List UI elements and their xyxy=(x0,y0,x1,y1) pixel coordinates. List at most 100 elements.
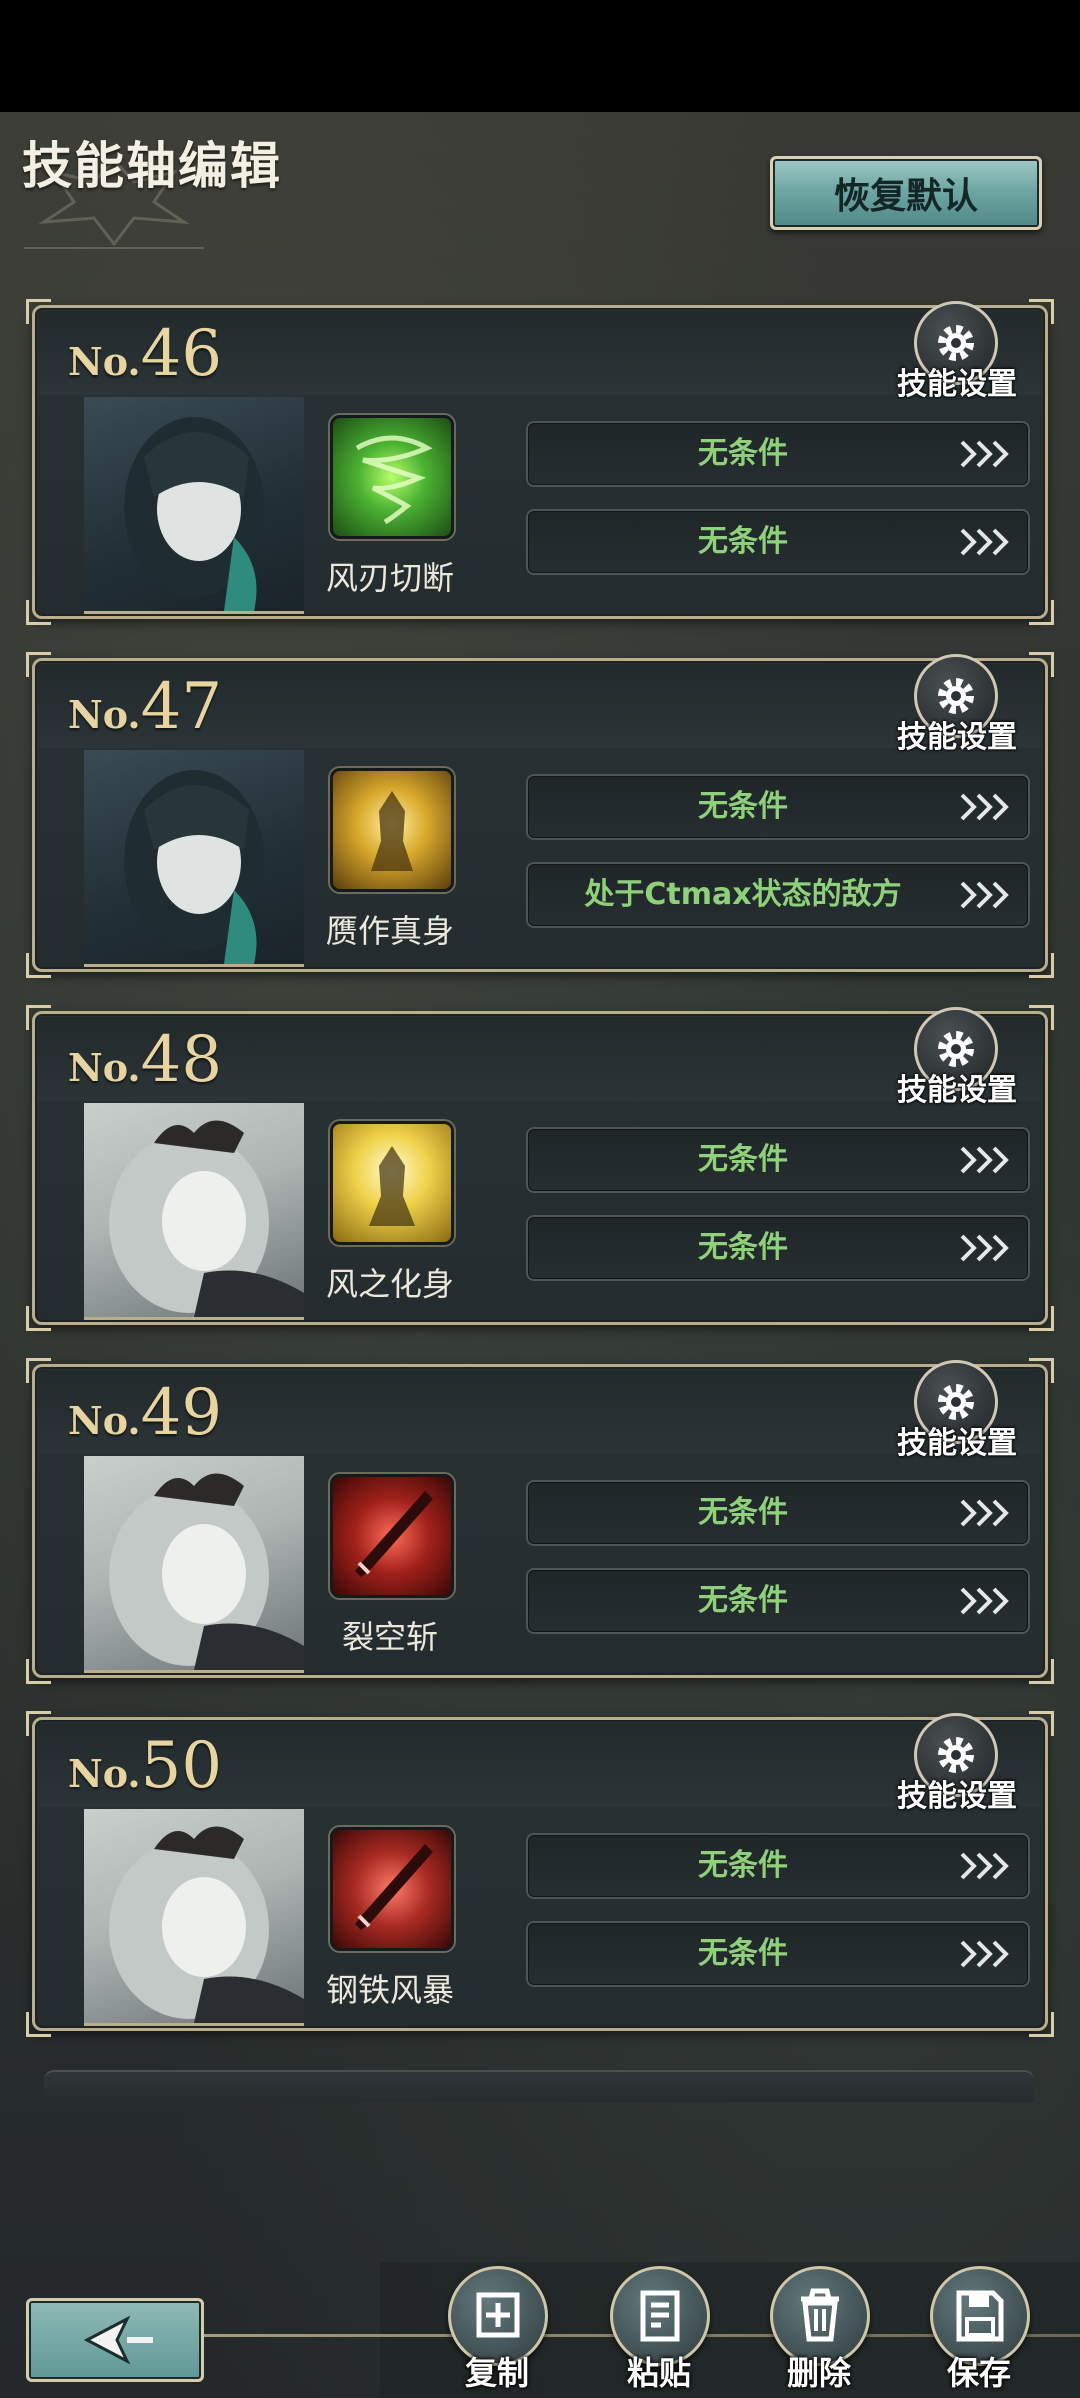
skill-card: No.49 技能设置 裂空斩 无条件 无条件 xyxy=(26,1358,1054,1684)
condition-slot[interactable]: 无条件 xyxy=(526,1833,1030,1899)
condition-text: 处于Ctmax状态的敌方 xyxy=(584,877,902,912)
skill-settings-label: 技能设置 xyxy=(897,1779,1017,1814)
triple-chevron-icon xyxy=(960,1852,1009,1880)
frame-corner xyxy=(1029,1659,1054,1684)
frame-corner xyxy=(1029,652,1054,677)
character-portrait xyxy=(84,1103,304,1320)
condition-slot[interactable]: 无条件 xyxy=(526,1480,1030,1546)
restore-default-button[interactable]: 恢复默认 xyxy=(770,156,1042,230)
condition-text: 无条件 xyxy=(698,1495,788,1530)
skill-card: No.50 技能设置 钢铁风暴 无条件 无条件 xyxy=(26,1711,1054,2037)
skill-card: No.48 技能设置 风之化身 无条件 无条件 xyxy=(26,1005,1054,1331)
condition-text: 无条件 xyxy=(698,524,788,559)
skill-settings-button[interactable]: 技能设置 xyxy=(892,1360,1022,1461)
skill-card: No.46 技能设置 风刃切断 无条件 无条件 xyxy=(26,299,1054,625)
skill-name: 钢铁风暴 xyxy=(325,1971,454,2009)
sequence-number: No.50 xyxy=(68,1729,222,1803)
number-prefix: No. xyxy=(68,1045,141,1090)
frame-corner xyxy=(1029,600,1054,625)
skill-icon[interactable] xyxy=(330,415,454,539)
condition-text: 无条件 xyxy=(698,1583,788,1618)
delete-button[interactable]: 删除 xyxy=(764,2266,874,2398)
status-bar xyxy=(0,0,1080,112)
paste-label: 粘贴 xyxy=(626,2354,691,2392)
triple-chevron-icon xyxy=(960,793,1009,821)
skill-name: 风刃切断 xyxy=(325,559,454,597)
character-portrait xyxy=(84,1456,304,1673)
skill-icon[interactable] xyxy=(330,1827,454,1951)
skill-settings-label: 技能设置 xyxy=(897,367,1017,402)
sequence-number: No.49 xyxy=(68,1376,222,1450)
page-title: 技能轴编辑 xyxy=(22,137,282,195)
character-portrait xyxy=(84,750,304,967)
frame-corner xyxy=(26,1306,51,1331)
number-value: 48 xyxy=(140,1023,223,1097)
frame-corner xyxy=(26,1005,51,1030)
sequence-number: No.48 xyxy=(68,1023,222,1097)
condition-slot[interactable]: 无条件 xyxy=(526,421,1030,487)
save-label: 保存 xyxy=(946,2354,1011,2392)
skill-settings-label: 技能设置 xyxy=(897,720,1017,755)
frame-corner xyxy=(26,600,51,625)
copy-button[interactable]: 复制 xyxy=(442,2266,552,2398)
triple-chevron-icon xyxy=(960,1940,1009,1968)
number-prefix: No. xyxy=(68,1398,141,1443)
frame-corner xyxy=(1029,1711,1054,1736)
frame-corner xyxy=(26,2012,51,2037)
number-value: 50 xyxy=(140,1729,223,1803)
skill-icon[interactable] xyxy=(330,1474,454,1598)
skill-icon[interactable] xyxy=(330,1121,454,1245)
skill-card: No.47 技能设置 赝作真身 无条件 处于Ctmax状态的敌方 xyxy=(26,652,1054,978)
condition-slot[interactable]: 无条件 xyxy=(526,1215,1030,1281)
number-value: 47 xyxy=(140,670,223,744)
paste-button[interactable]: 粘贴 xyxy=(604,2266,714,2398)
condition-text: 无条件 xyxy=(698,789,788,824)
triple-chevron-icon xyxy=(960,1146,1009,1174)
sequence-number: No.47 xyxy=(68,670,222,744)
sequence-number: No.46 xyxy=(68,317,222,391)
frame-corner xyxy=(1029,299,1054,324)
skill-settings-label: 技能设置 xyxy=(897,1426,1017,1461)
skill-settings-button[interactable]: 技能设置 xyxy=(892,1007,1022,1108)
skill-settings-button[interactable]: 技能设置 xyxy=(892,1713,1022,1814)
skill-settings-label: 技能设置 xyxy=(897,1073,1017,1108)
condition-slot[interactable]: 无条件 xyxy=(526,1921,1030,1987)
triple-chevron-icon xyxy=(960,1234,1009,1262)
skill-name: 裂空斩 xyxy=(341,1618,438,1656)
skill-settings-button[interactable]: 技能设置 xyxy=(892,301,1022,402)
skill-settings-button[interactable]: 技能设置 xyxy=(892,654,1022,755)
frame-corner xyxy=(1029,1306,1054,1331)
condition-slot[interactable]: 处于Ctmax状态的敌方 xyxy=(526,862,1030,928)
number-prefix: No. xyxy=(68,692,141,737)
number-prefix: No. xyxy=(68,339,141,384)
condition-text: 无条件 xyxy=(698,436,788,471)
frame-corner xyxy=(26,1659,51,1684)
condition-text: 无条件 xyxy=(698,1848,788,1883)
frame-corner xyxy=(26,299,51,324)
condition-slot[interactable]: 无条件 xyxy=(526,1127,1030,1193)
number-value: 49 xyxy=(140,1376,223,1450)
number-value: 46 xyxy=(140,317,223,391)
triple-chevron-icon xyxy=(960,440,1009,468)
triple-chevron-icon xyxy=(960,1499,1009,1527)
character-portrait xyxy=(84,1809,304,2026)
frame-corner xyxy=(1029,2012,1054,2037)
skill-name: 风之化身 xyxy=(325,1265,454,1303)
condition-slot[interactable]: 无条件 xyxy=(526,1568,1030,1634)
frame-corner xyxy=(26,953,51,978)
skill-icon[interactable] xyxy=(330,768,454,892)
frame-corner xyxy=(1029,953,1054,978)
save-button[interactable]: 保存 xyxy=(924,2266,1034,2398)
condition-slot[interactable]: 无条件 xyxy=(526,774,1030,840)
triple-chevron-icon xyxy=(960,1587,1009,1615)
back-button[interactable] xyxy=(26,2298,204,2382)
condition-text: 无条件 xyxy=(698,1142,788,1177)
skill-name: 赝作真身 xyxy=(325,912,454,950)
frame-corner xyxy=(26,652,51,677)
back-arrow-icon xyxy=(83,2315,153,2365)
next-card-peek xyxy=(44,2070,1034,2102)
copy-label: 复制 xyxy=(464,2354,529,2392)
frame-corner xyxy=(26,1711,51,1736)
condition-slot[interactable]: 无条件 xyxy=(526,509,1030,575)
delete-label: 删除 xyxy=(786,2354,851,2392)
